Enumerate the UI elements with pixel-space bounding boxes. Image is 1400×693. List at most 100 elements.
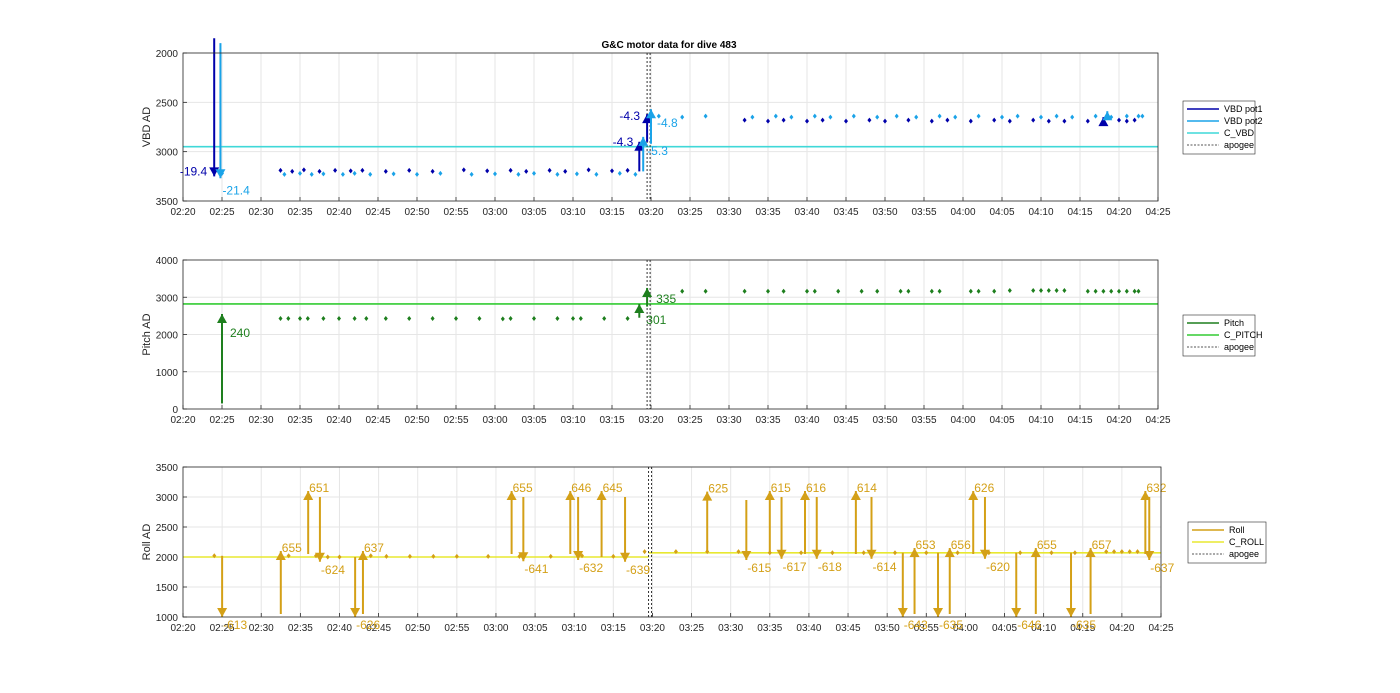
arrow-label: 655	[1037, 538, 1057, 552]
arrow-label: -4.3	[619, 109, 640, 123]
x-tick-label: 02:30	[248, 415, 273, 426]
x-tick-label: 03:20	[638, 415, 663, 426]
x-tick-label: 02:50	[405, 623, 430, 634]
arrow-label: 655	[513, 481, 533, 495]
x-tick-label: 04:10	[1028, 207, 1053, 218]
arrow-label: 655	[282, 541, 302, 555]
arrow-label: 616	[806, 481, 826, 495]
y-tick-label: 2000	[156, 553, 179, 564]
arrow-label: -617	[783, 560, 807, 574]
x-tick-label: 03:05	[521, 415, 546, 426]
x-tick-label: 02:55	[444, 623, 469, 634]
arrow-label: -635	[939, 618, 963, 632]
arrow-label: 651	[309, 481, 329, 495]
x-tick-label: 03:45	[833, 415, 858, 426]
legend: Roll C_ROLLapogee	[1187, 521, 1267, 564]
x-tick-label: 03:45	[833, 207, 858, 218]
legend-label: apogee	[1224, 342, 1254, 352]
x-tick-label: 04:20	[1106, 207, 1131, 218]
arrow-label: 656	[951, 538, 971, 552]
arrow-label: 615	[771, 481, 791, 495]
arrow-label: -632	[579, 561, 603, 575]
x-tick-label: 04:15	[1067, 207, 1092, 218]
x-tick-label: 03:15	[601, 623, 626, 634]
y-tick-label: 0	[172, 405, 178, 416]
y-axis-label: Roll AD	[141, 524, 153, 561]
figure-title: G&C motor data for dive 483	[601, 40, 736, 51]
arrow-label: 626	[974, 481, 994, 495]
x-tick-label: 02:40	[327, 623, 352, 634]
x-tick-label: 03:35	[755, 415, 780, 426]
x-tick-label: 03:25	[679, 623, 704, 634]
legend-label: VBD pot1	[1224, 104, 1263, 114]
arrow-label: -637	[1150, 561, 1174, 575]
arrow-label: -615	[747, 561, 771, 575]
legend-label: Roll	[1229, 525, 1245, 535]
x-tick-label: 02:30	[248, 207, 273, 218]
y-tick-label: 2500	[156, 523, 179, 534]
arrow-label: -626	[356, 618, 380, 632]
legend-label: C_VBD	[1224, 128, 1255, 138]
x-tick-label: 03:10	[562, 623, 587, 634]
y-tick-label: 2000	[156, 49, 179, 60]
arrow-label: -5.3	[647, 144, 668, 158]
arrow-label: -641	[524, 562, 548, 576]
x-tick-label: 04:05	[989, 415, 1014, 426]
x-tick-label: 03:45	[836, 623, 861, 634]
figure-canvas: G&C motor data for dive 483 02:20 02:25 02…	[141, 38, 1267, 634]
x-tick-label: 04:20	[1109, 623, 1134, 634]
arrow-label: -643	[904, 618, 928, 632]
x-tick-label: 04:10	[1028, 415, 1053, 426]
arrow-label: -613	[223, 618, 247, 632]
y-tick-label: 3500	[156, 463, 179, 474]
y-axis-label: VBD AD	[141, 107, 153, 147]
x-tick-label: 02:35	[287, 415, 312, 426]
arrow-label: 625	[708, 482, 728, 496]
x-tick-label: 02:20	[170, 623, 195, 634]
arrow-label: 657	[1092, 538, 1112, 552]
x-tick-label: 02:25	[209, 207, 234, 218]
arrow-label: 637	[364, 541, 384, 555]
x-tick-label: 04:05	[992, 623, 1017, 634]
x-tick-label: 03:05	[521, 207, 546, 218]
arrow-label: -618	[818, 560, 842, 574]
x-tick-label: 04:00	[950, 207, 975, 218]
arrow-label: -639	[626, 563, 650, 577]
x-tick-label: 03:55	[911, 415, 936, 426]
legend-label: C_PITCH	[1224, 330, 1263, 340]
y-tick-label: 3000	[156, 493, 179, 504]
y-tick-label: 1500	[156, 583, 179, 594]
x-tick-label: 03:10	[560, 415, 585, 426]
x-tick-label: 03:55	[911, 207, 936, 218]
x-tick-label: 02:40	[326, 415, 351, 426]
x-tick-label: 02:50	[404, 415, 429, 426]
x-tick-label: 03:40	[794, 207, 819, 218]
x-tick-label: 03:05	[523, 623, 548, 634]
subplot-2: 02:20 02:25 02:30 02:35 02:40 02:45 02:50 02:55…	[141, 256, 1263, 426]
arrow-label: -4.3	[613, 135, 634, 149]
x-tick-label: 02:55	[443, 207, 468, 218]
arrow-label: 653	[916, 538, 936, 552]
arrow-label: 301	[646, 313, 666, 327]
x-tick-label: 03:50	[872, 415, 897, 426]
y-tick-label: 2500	[156, 98, 179, 109]
x-tick-label: 02:35	[287, 207, 312, 218]
legend-label: apogee	[1229, 549, 1259, 559]
y-tick-label: 3000	[156, 293, 179, 304]
x-tick-label: 03:35	[757, 623, 782, 634]
x-tick-label: 03:30	[716, 207, 741, 218]
x-tick-label: 02:35	[288, 623, 313, 634]
subplot-1: 02:20 02:25 02:30 02:35 02:40 02:45 02:50 02:55…	[141, 38, 1263, 218]
y-axis-label: Pitch AD	[141, 313, 153, 355]
arrow-label: -4.8	[657, 116, 678, 130]
x-tick-label: 02:20	[170, 415, 195, 426]
legend-label: C_ROLL	[1229, 537, 1264, 547]
x-tick-label: 03:40	[794, 415, 819, 426]
plot-area	[183, 467, 1161, 617]
arrow-label: 632	[1146, 481, 1166, 495]
x-tick-label: 03:30	[716, 415, 741, 426]
x-tick-label: 03:00	[482, 415, 507, 426]
x-tick-label: 03:15	[599, 207, 624, 218]
legend: VBD pot1 VBD pot2 C_VBDapogee	[1182, 100, 1263, 155]
x-tick-label: 02:30	[249, 623, 274, 634]
